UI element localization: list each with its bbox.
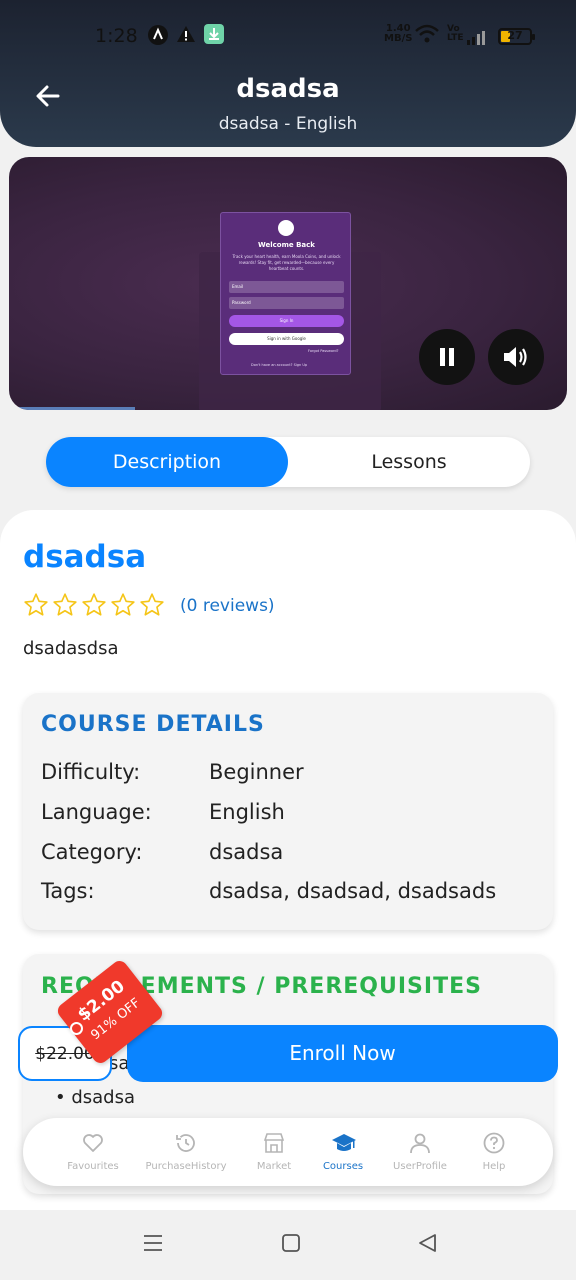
history-icon xyxy=(176,1134,195,1152)
back-triangle-icon[interactable] xyxy=(416,1232,438,1254)
detail-key: Difficulty: xyxy=(41,760,141,784)
video-player[interactable]: Welcome Back Track your heart health, ea… xyxy=(9,157,567,410)
requirement-item: • dsadsa xyxy=(55,1087,136,1108)
bottom-navigation: Favourites PurchaseHistory Market Course… xyxy=(23,1118,553,1186)
course-details-card: COURSE DETAILS Difficulty: Beginner Lang… xyxy=(23,693,553,930)
modal-google-button: Sign in with Google xyxy=(229,333,344,345)
heart-icon xyxy=(83,1134,103,1152)
video-login-modal: Welcome Back Track your heart health, ea… xyxy=(220,212,351,375)
detail-value: Beginner xyxy=(209,760,304,784)
modal-text: Track your heart health, earn Moola Coin… xyxy=(232,254,341,271)
pause-icon xyxy=(440,348,454,366)
nav-label: PurchaseHistory xyxy=(145,1161,227,1172)
page-title: dsadsa xyxy=(236,74,340,104)
help-icon xyxy=(483,1132,505,1154)
course-description: dsadasdsa xyxy=(23,638,119,659)
status-time: 1:28 xyxy=(95,25,138,47)
tab-bar: Description Lessons xyxy=(46,437,530,487)
home-icon[interactable] xyxy=(280,1232,302,1254)
net-speed-unit: MB/S xyxy=(384,33,413,44)
battery-icon: 27 xyxy=(498,28,535,45)
video-progress-bar[interactable] xyxy=(9,407,135,410)
pause-button[interactable] xyxy=(419,329,475,385)
volume-icon xyxy=(504,347,527,367)
tab-description[interactable]: Description xyxy=(46,437,288,487)
modal-forgot-link: Forgot Password? xyxy=(308,349,339,353)
volume-button[interactable] xyxy=(488,329,544,385)
nav-item-help[interactable]: Help xyxy=(450,1118,538,1186)
star-icon xyxy=(111,593,135,616)
modal-logo xyxy=(278,220,294,236)
nav-item-purchase-history[interactable]: PurchaseHistory xyxy=(142,1118,230,1186)
modal-password-field: Password xyxy=(229,297,344,309)
modal-no-account-text: Don't have an account? xyxy=(251,363,293,367)
tab-lessons[interactable]: Lessons xyxy=(288,437,530,487)
battery-level: 27 xyxy=(507,29,523,42)
modal-sign-in-button: Sign In xyxy=(229,315,344,327)
detail-value: dsadsa xyxy=(209,840,284,864)
system-navigation-bar xyxy=(0,1210,576,1280)
net-speed: 1.40 MB/S xyxy=(384,24,412,44)
nav-label: Courses xyxy=(322,1161,364,1172)
detail-value: dsadsa, dsadsad, dsadsads xyxy=(209,879,497,903)
course-title: dsadsa xyxy=(23,539,147,575)
wifi-icon xyxy=(414,24,440,49)
page-subtitle: dsadsa - English xyxy=(218,114,358,134)
graduation-cap-icon xyxy=(332,1134,356,1151)
app-header: 1:28 1.40 MB/S Vo LTE 27 dsadsa dsadsa -… xyxy=(0,0,576,147)
volte-indicator: Vo LTE xyxy=(447,25,464,43)
tag-hole xyxy=(70,1022,83,1035)
enroll-now-button[interactable]: Enroll Now xyxy=(127,1025,558,1082)
detail-key: Language: xyxy=(41,800,152,824)
signal-icon xyxy=(467,28,489,50)
nav-item-courses[interactable]: Courses xyxy=(299,1118,387,1186)
nav-item-favourites[interactable]: Favourites xyxy=(49,1118,137,1186)
modal-title: Welcome Back xyxy=(258,241,315,249)
star-icon xyxy=(140,593,164,616)
store-icon xyxy=(263,1133,285,1153)
modal-email-field: Email xyxy=(229,281,344,293)
detail-key: Category: xyxy=(41,840,143,864)
nav-label: Favourites xyxy=(67,1161,119,1172)
volte-bottom: LTE xyxy=(447,33,464,43)
star-icon xyxy=(24,593,48,616)
star-icon xyxy=(82,593,106,616)
status-bar: 1:28 1.40 MB/S Vo LTE 27 xyxy=(0,22,576,52)
detail-value: English xyxy=(209,800,285,824)
course-details-heading: COURSE DETAILS xyxy=(41,712,265,737)
detail-key: Tags: xyxy=(41,879,95,903)
star-icon xyxy=(53,593,77,616)
app-notification-icon xyxy=(147,24,169,51)
user-icon xyxy=(410,1133,430,1154)
warning-icon xyxy=(176,24,196,49)
nav-label: Help xyxy=(482,1161,506,1172)
modal-sign-up-link: Sign Up xyxy=(293,363,308,367)
modal-no-account: Don't have an account? Sign Up xyxy=(251,363,307,367)
reviews-link[interactable]: (0 reviews) xyxy=(180,596,275,616)
menu-icon[interactable] xyxy=(142,1232,164,1254)
download-icon xyxy=(204,24,224,49)
